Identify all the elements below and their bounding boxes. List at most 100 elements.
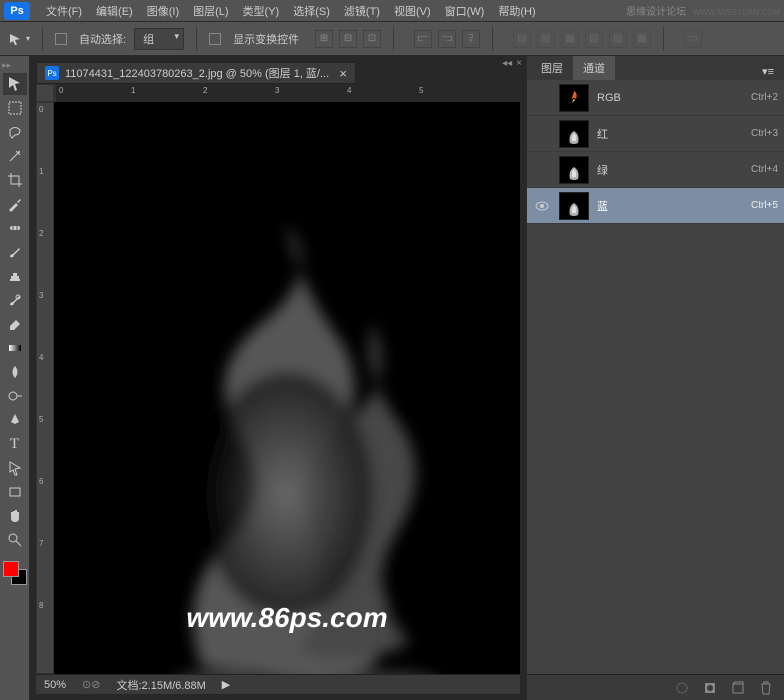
menu-item[interactable]: 视图(V) [388, 1, 437, 21]
dock-controls[interactable]: ◂◂× [502, 58, 522, 69]
visibility-toggle[interactable] [533, 125, 551, 143]
clone-stamp-tool[interactable] [3, 265, 27, 287]
auto-select-dropdown[interactable]: 组 [134, 28, 184, 50]
hand-tool[interactable] [3, 505, 27, 527]
blur-tool[interactable] [3, 361, 27, 383]
visibility-toggle[interactable] [533, 197, 551, 215]
ps-file-icon: Ps [45, 66, 59, 80]
history-brush-tool[interactable] [3, 289, 27, 311]
canvas-content [54, 102, 520, 674]
panel-tab[interactable]: 图层 [531, 56, 573, 80]
align-right-icon[interactable]: ⫌ [462, 30, 480, 48]
color-swatches[interactable] [3, 561, 27, 585]
exposure-icon: ⊙⊘ [82, 678, 100, 691]
menu-item[interactable]: 图层(L) [187, 1, 234, 21]
pen-tool[interactable] [3, 409, 27, 431]
visibility-toggle[interactable] [533, 161, 551, 179]
move-tool[interactable] [3, 73, 27, 95]
ruler-origin[interactable] [36, 84, 54, 102]
channel-row[interactable]: RGBCtrl+2 [527, 80, 784, 116]
menu-item[interactable]: 类型(Y) [237, 1, 286, 21]
menu-item[interactable]: 滤镜(T) [338, 1, 386, 21]
channel-row[interactable]: 蓝 Ctrl+5 [527, 188, 784, 224]
healing-brush-tool[interactable] [3, 217, 27, 239]
align-icon[interactable]: ⊡ [363, 30, 381, 48]
magic-wand-tool[interactable] [3, 145, 27, 167]
save-selection-icon[interactable] [702, 680, 718, 696]
type-tool[interactable]: T [3, 433, 27, 455]
channel-name: RGB [597, 92, 743, 104]
align-icon[interactable]: ⊞ [315, 30, 333, 48]
distribute-icon: ▦ [561, 30, 579, 48]
path-selection-tool[interactable] [3, 457, 27, 479]
channel-row[interactable]: 绿Ctrl+4 [527, 152, 784, 188]
auto-select-label: 自动选择: [79, 31, 126, 47]
align-icon[interactable]: ⊟ [339, 30, 357, 48]
crop-tool[interactable] [3, 169, 27, 191]
panels-dock: 图层通道 ▾≡ RGBCtrl+2红Ctrl+3绿Ctrl+4 蓝 Ctrl+5 [526, 56, 784, 700]
toolbox: ▸▸ T [0, 56, 30, 700]
lasso-tool[interactable] [3, 121, 27, 143]
gradient-tool[interactable] [3, 337, 27, 359]
marquee-tool[interactable] [3, 97, 27, 119]
panel-tab[interactable]: 通道 [573, 56, 615, 80]
menu-item[interactable]: 窗口(W) [439, 1, 491, 21]
channel-name: 蓝 [597, 198, 743, 214]
delete-channel-icon[interactable] [758, 680, 774, 696]
menu-item[interactable]: 帮助(H) [492, 1, 541, 21]
options-bar: ▾ 自动选择: 组 显示变换控件 ⊞ ⊟ ⊡ ⫍ ⫎ ⫌ ▤ ▥ ▦ ▧ ▨ ▩… [0, 22, 784, 56]
eyedropper-tool[interactable] [3, 193, 27, 215]
rectangle-tool[interactable] [3, 481, 27, 503]
vertical-ruler[interactable]: 012345678 [36, 102, 54, 674]
distribute-icon: ▨ [609, 30, 627, 48]
menu-item[interactable]: 选择(S) [287, 1, 336, 21]
channel-thumbnail [559, 192, 589, 220]
horizontal-ruler[interactable]: 012345 [54, 84, 56, 102]
channel-shortcut: Ctrl+4 [751, 164, 778, 175]
distribute-icon: ▩ [633, 30, 651, 48]
channel-shortcut: Ctrl+3 [751, 128, 778, 139]
menu-item[interactable]: 图像(I) [141, 1, 185, 21]
show-transform-checkbox[interactable] [209, 33, 221, 45]
load-selection-icon[interactable] [674, 680, 690, 696]
panel-menu-icon[interactable]: ▾≡ [756, 63, 780, 80]
new-channel-icon[interactable] [730, 680, 746, 696]
document-title: 11074431_122403780263_2.jpg @ 50% (图层 1,… [65, 65, 329, 81]
brush-tool[interactable] [3, 241, 27, 263]
visibility-toggle[interactable] [533, 89, 551, 107]
channel-thumbnail [559, 84, 589, 112]
foreground-color[interactable] [3, 561, 19, 577]
align-left-icon[interactable]: ⫍ [414, 30, 432, 48]
panel-footer [527, 674, 784, 700]
canvas-area: ◂◂× Ps 11074431_122403780263_2.jpg @ 50%… [30, 56, 526, 700]
distribute-icon: ▤ [513, 30, 531, 48]
show-transform-label: 显示变换控件 [233, 31, 299, 47]
menu-bar: Ps 文件(F)编辑(E)图像(I)图层(L)类型(Y)选择(S)滤镜(T)视图… [0, 0, 784, 22]
channel-row[interactable]: 红Ctrl+3 [527, 116, 784, 152]
document-size: 2.15M/6.88M [142, 680, 206, 692]
canvas[interactable]: www.86ps.com [54, 102, 520, 674]
panel-tab-bar: 图层通道 ▾≡ [527, 56, 784, 80]
channel-shortcut: Ctrl+5 [751, 200, 778, 211]
menu-item[interactable]: 文件(F) [40, 1, 88, 21]
document-tab[interactable]: Ps 11074431_122403780263_2.jpg @ 50% (图层… [36, 62, 356, 84]
eye-icon [535, 201, 549, 211]
align-center-icon[interactable]: ⫎ [438, 30, 456, 48]
auto-select-checkbox[interactable] [55, 33, 67, 45]
app-icon: Ps [4, 2, 30, 20]
distribute-icon: ▥ [537, 30, 555, 48]
eraser-tool[interactable] [3, 313, 27, 335]
close-tab-icon[interactable]: × [339, 66, 347, 81]
zoom-level[interactable]: 50% [44, 679, 66, 691]
channel-thumbnail [559, 156, 589, 184]
auto-align-icon: ▭ [684, 30, 702, 48]
watermark-text: www.86ps.com [186, 602, 387, 634]
menu-item[interactable]: 编辑(E) [90, 1, 139, 21]
move-tool-indicator: ▾ [8, 32, 30, 46]
distribute-icon: ▧ [585, 30, 603, 48]
status-bar: 50% ⊙⊘ 文档:2.15M/6.88M ▶ [36, 674, 520, 694]
zoom-tool[interactable] [3, 529, 27, 551]
channels-panel: RGBCtrl+2红Ctrl+3绿Ctrl+4 蓝 Ctrl+5 [527, 80, 784, 674]
status-flyout-icon[interactable]: ▶ [222, 678, 230, 691]
dodge-tool[interactable] [3, 385, 27, 407]
